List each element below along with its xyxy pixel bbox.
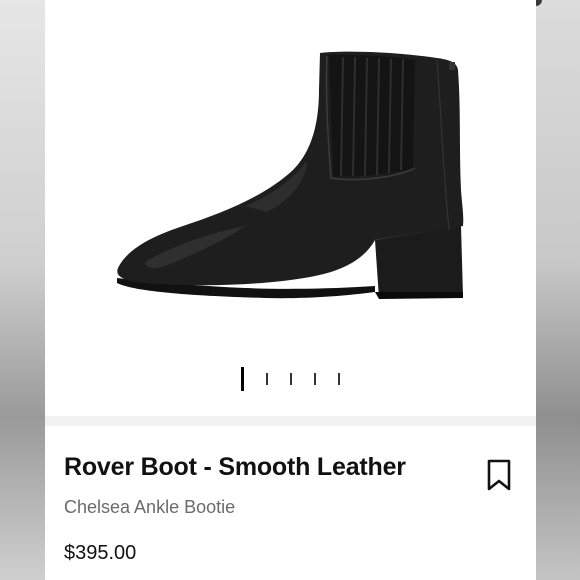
pager-indicator[interactable] xyxy=(338,373,340,385)
image-pager[interactable] xyxy=(45,362,536,396)
bookmark-icon[interactable] xyxy=(483,458,515,492)
product-card: Rover Boot - Smooth Leather Chelsea Ankl… xyxy=(45,0,536,580)
product-subtitle: Chelsea Ankle Bootie xyxy=(64,497,236,517)
pager-indicator-active[interactable] xyxy=(241,367,244,391)
left-gutter xyxy=(0,0,45,580)
pager-indicator[interactable] xyxy=(290,373,292,385)
product-title: Rover Boot - Smooth Leather xyxy=(64,453,406,481)
pager-indicator[interactable] xyxy=(266,373,268,385)
product-image xyxy=(117,51,464,299)
product-image-carousel[interactable] xyxy=(45,0,536,410)
pager-indicator[interactable] xyxy=(314,373,316,385)
product-price: $395.00 xyxy=(64,542,137,564)
section-divider xyxy=(45,416,536,426)
right-gutter xyxy=(536,0,580,580)
